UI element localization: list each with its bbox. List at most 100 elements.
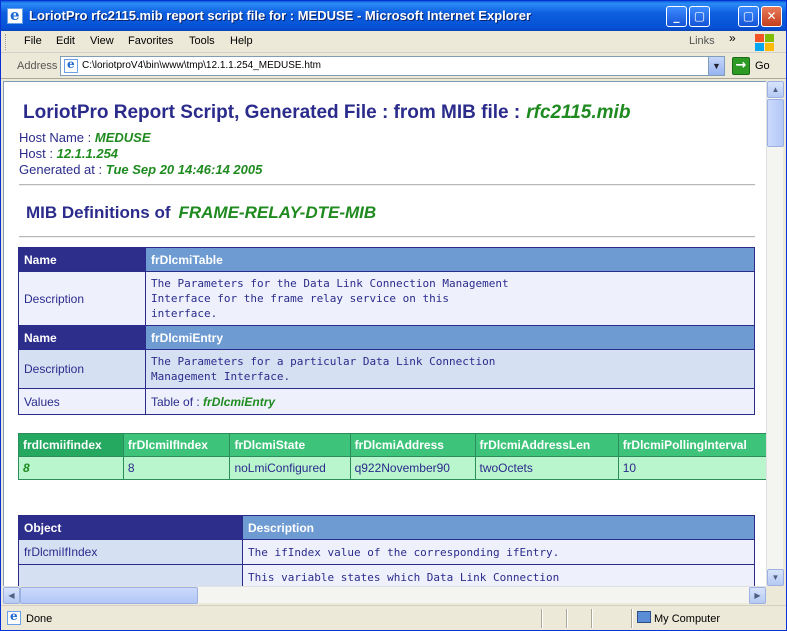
description-line: The Parameters for a particular Data Lin…: [151, 355, 496, 368]
name-label: Name: [18, 247, 146, 272]
description-label: Description: [18, 349, 146, 389]
menu-favorites[interactable]: Favorites: [128, 35, 173, 47]
computer-icon: [637, 611, 651, 623]
index-header: frDlcmiState: [229, 433, 351, 457]
close-button[interactable]: ✕: [761, 6, 782, 27]
values-label: Values: [18, 388, 146, 415]
go-arrow-icon: →: [732, 57, 750, 75]
menu-view[interactable]: View: [90, 35, 114, 47]
host-name-line: Host Name : MEDUSE: [19, 130, 151, 145]
host-label: Host :: [19, 146, 53, 161]
object-description: This variable states which Data Link Con…: [242, 564, 755, 586]
maximize-button[interactable]: ▢: [689, 6, 710, 27]
scroll-down-button[interactable]: ▼: [767, 569, 784, 586]
index-cell: 10: [617, 456, 766, 480]
menu-tools[interactable]: Tools: [189, 35, 215, 47]
table-row: This variable states which Data Link Con…: [18, 564, 755, 586]
address-label: Address: [17, 60, 58, 72]
go-label: Go: [755, 60, 770, 72]
report-title-prefix: LoriotPro Report Script, Generated File …: [23, 102, 521, 123]
table-header-row: Object Description: [18, 515, 755, 540]
index-table: frdlcmiifindex frDlcmiIfIndex frDlcmiSta…: [18, 433, 766, 480]
divider: [19, 236, 755, 238]
description-line: interface.: [151, 307, 218, 320]
scroll-left-button[interactable]: ◀: [3, 587, 20, 604]
minimize-button[interactable]: _: [666, 6, 687, 27]
index-header: frDlcmiAddress: [349, 433, 476, 457]
object-table: Object Description frDlcmiIfIndex The if…: [18, 515, 755, 586]
definition-table: Name frDlcmiTable Description The Parame…: [18, 247, 755, 415]
title-bar[interactable]: LoriotPro rfc2115.mib report script file…: [1, 1, 786, 31]
window-title: LoriotPro rfc2115.mib report script file…: [29, 8, 532, 23]
table-row: Description The Parameters for a particu…: [18, 349, 755, 389]
toolbar-grip[interactable]: [5, 34, 8, 50]
menu-file[interactable]: File: [24, 35, 42, 47]
table-row: Description The Parameters for the Data …: [18, 271, 755, 326]
table-row: frDlcmiIfIndex The ifIndex value of the …: [18, 539, 755, 565]
vertical-scroll-thumb[interactable]: [767, 99, 784, 147]
status-text: Done: [26, 613, 53, 625]
object-cell: frDlcmiIfIndex: [18, 539, 243, 565]
table-row: Name frDlcmiTable: [18, 247, 755, 272]
host-name-label: Host Name :: [19, 130, 92, 145]
description-line: Interface for the frame relay service on…: [151, 292, 450, 305]
table-row: 8 8 noLmiConfigured q922November90 twoOc…: [18, 456, 766, 480]
object-header: Object: [18, 515, 243, 540]
menu-help[interactable]: Help: [230, 35, 253, 47]
table-header-row: frdlcmiifindex frDlcmiIfIndex frDlcmiSta…: [18, 433, 766, 457]
horizontal-scrollbar[interactable]: ◀ ▶: [3, 586, 766, 604]
index-header: frdlcmiifindex: [18, 433, 124, 457]
scrollbar-corner: [766, 586, 783, 603]
status-separator: [541, 609, 543, 628]
address-dropdown-button[interactable]: ▼: [708, 57, 724, 75]
page-done-icon: [7, 609, 21, 625]
host-line: Host : 12.1.1.254: [19, 146, 118, 161]
index-cell: twoOctets: [474, 456, 619, 480]
generated-value: Tue Sep 20 14:46:14 2005: [105, 162, 263, 177]
menu-bar: File Edit View Favorites Tools Help Link…: [1, 31, 786, 53]
name-label: Name: [18, 325, 146, 350]
values-cell: Table of : frDlcmiEntry: [145, 388, 755, 415]
horizontal-scroll-thumb[interactable]: [20, 587, 198, 604]
page-viewport: LoriotPro Report Script, Generated File …: [3, 81, 766, 586]
scroll-right-button[interactable]: ▶: [749, 587, 766, 604]
description-header: Description: [242, 515, 755, 540]
table-row: Name frDlcmiEntry: [18, 325, 755, 350]
windows-logo-icon: [753, 32, 775, 52]
vertical-scrollbar[interactable]: ▲ ▼: [766, 81, 784, 586]
status-separator: [591, 609, 593, 628]
description-line: Management Interface.: [151, 370, 291, 383]
generated-line: Generated at : Tue Sep 20 14:46:14 2005: [19, 162, 262, 177]
chevron-icon[interactable]: »: [729, 31, 736, 45]
status-separator: [631, 609, 633, 628]
object-description: The ifIndex value of the corresponding i…: [242, 539, 755, 565]
mib-file-name: rfc2115.mib: [526, 102, 631, 123]
page-icon: [64, 57, 78, 73]
status-bar: Done My Computer: [1, 605, 786, 630]
values-prefix: Table of :: [151, 394, 200, 409]
host-name-value: MEDUSE: [94, 130, 151, 145]
go-button[interactable]: → Go: [732, 57, 784, 76]
index-header: frDlcmiIfIndex: [122, 433, 231, 457]
description-label: Description: [18, 271, 146, 326]
object-cell: [18, 564, 243, 586]
address-url: C:\loriotproV4\bin\www\tmp\12.1.1.254_ME…: [82, 60, 321, 71]
mib-definitions-prefix: MIB Definitions of: [26, 203, 171, 222]
ie-window: LoriotPro rfc2115.mib report script file…: [0, 0, 787, 631]
internet-explorer-icon: [7, 6, 23, 24]
links-toolbar[interactable]: Links: [689, 35, 715, 47]
restore-button[interactable]: ▢: [738, 6, 759, 27]
entry-description: The Parameters for a particular Data Lin…: [145, 349, 755, 389]
index-cell: noLmiConfigured: [229, 456, 351, 480]
address-bar: Address C:\loriotproV4\bin\www\tmp\12.1.…: [1, 54, 786, 79]
index-header: frDlcmiAddressLen: [474, 433, 619, 457]
report-title: LoriotPro Report Script, Generated File …: [23, 102, 630, 124]
menu-edit[interactable]: Edit: [56, 35, 75, 47]
entry-name-value: frDlcmiEntry: [145, 325, 755, 350]
index-header: frDlcmiPollingInterval: [617, 433, 766, 457]
index-cell: 8: [18, 456, 124, 480]
security-zone: My Computer: [654, 613, 721, 625]
address-input[interactable]: C:\loriotproV4\bin\www\tmp\12.1.1.254_ME…: [60, 56, 725, 76]
table-row: Values Table of : frDlcmiEntry: [18, 388, 755, 415]
scroll-up-button[interactable]: ▲: [767, 81, 784, 98]
